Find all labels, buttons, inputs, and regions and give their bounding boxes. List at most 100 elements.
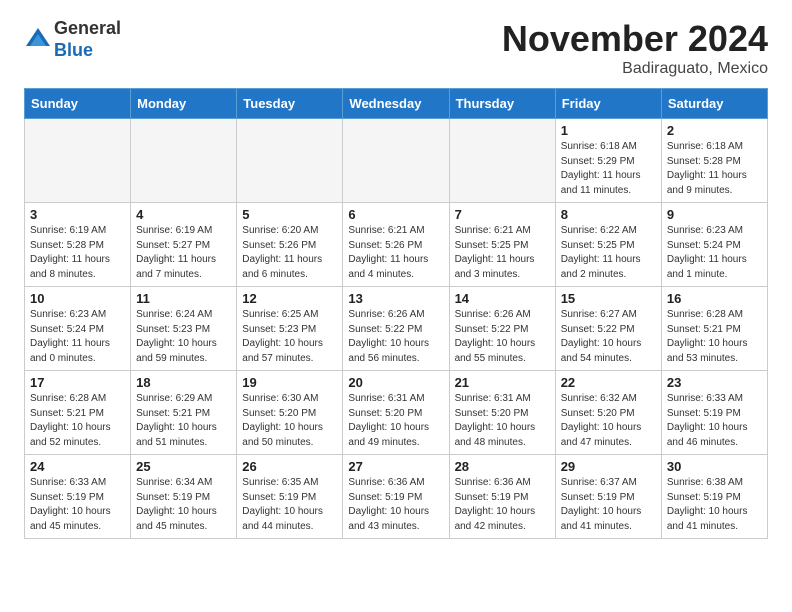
calendar-body: 1 Sunrise: 6:18 AM Sunset: 5:29 PM Daylig… (25, 119, 768, 539)
day-number: 1 (561, 123, 656, 138)
day-number: 21 (455, 375, 550, 390)
calendar-cell (343, 119, 449, 203)
day-info: Sunrise: 6:19 AM Sunset: 5:27 PM Dayligh… (136, 224, 231, 282)
weekday-friday: Friday (555, 89, 661, 119)
day-info: Sunrise: 6:23 AM Sunset: 5:24 PM Dayligh… (30, 308, 125, 366)
calendar-header: Sunday Monday Tuesday Wednesday Thursday… (25, 89, 768, 119)
day-number: 5 (242, 207, 337, 222)
weekday-thursday: Thursday (449, 89, 555, 119)
day-info: Sunrise: 6:31 AM Sunset: 5:20 PM Dayligh… (455, 392, 550, 450)
title-block: November 2024 Badiraguato, Mexico (502, 18, 768, 78)
month-title: November 2024 (502, 18, 768, 60)
day-info: Sunrise: 6:35 AM Sunset: 5:19 PM Dayligh… (242, 476, 337, 534)
calendar-cell: 23Sunrise: 6:33 AM Sunset: 5:19 PM Dayli… (661, 371, 767, 455)
day-info: Sunrise: 6:37 AM Sunset: 5:19 PM Dayligh… (561, 476, 656, 534)
calendar-table: Sunday Monday Tuesday Wednesday Thursday… (24, 88, 768, 539)
day-number: 3 (30, 207, 125, 222)
day-number: 4 (136, 207, 231, 222)
calendar-cell: 10Sunrise: 6:23 AM Sunset: 5:24 PM Dayli… (25, 287, 131, 371)
calendar-cell: 19 Sunrise: 6:30 AM Sunset: 5:20 PM Dayli… (237, 371, 343, 455)
calendar-cell: 7Sunrise: 6:21 AM Sunset: 5:25 PM Daylig… (449, 203, 555, 287)
day-number: 8 (561, 207, 656, 222)
calendar-cell: 11Sunrise: 6:24 AM Sunset: 5:23 PM Dayli… (131, 287, 237, 371)
calendar-cell: 26 Sunrise: 6:35 AM Sunset: 5:19 PM Dayli… (237, 455, 343, 539)
day-number: 27 (348, 459, 443, 474)
day-info: Sunrise: 6:19 AM Sunset: 5:28 PM Dayligh… (30, 224, 125, 282)
day-info: Sunrise: 6:32 AM Sunset: 5:20 PM Dayligh… (561, 392, 656, 450)
day-info: Sunrise: 6:18 AM Sunset: 5:29 PM Dayligh… (561, 140, 656, 198)
day-number: 24 (30, 459, 125, 474)
calendar-cell: 8 Sunrise: 6:22 AM Sunset: 5:25 PM Daylig… (555, 203, 661, 287)
day-info: Sunrise: 6:31 AM Sunset: 5:20 PM Dayligh… (348, 392, 443, 450)
day-number: 25 (136, 459, 231, 474)
weekday-saturday: Saturday (661, 89, 767, 119)
day-info: Sunrise: 6:36 AM Sunset: 5:19 PM Dayligh… (455, 476, 550, 534)
day-number: 7 (455, 207, 550, 222)
calendar-cell: 2Sunrise: 6:18 AM Sunset: 5:28 PM Daylig… (661, 119, 767, 203)
location: Badiraguato, Mexico (502, 60, 768, 78)
day-number: 28 (455, 459, 550, 474)
calendar-cell (237, 119, 343, 203)
logo: General Blue (24, 18, 121, 61)
calendar-cell: 17 Sunrise: 6:28 AM Sunset: 5:21 PM Dayli… (25, 371, 131, 455)
calendar-cell: 15 Sunrise: 6:27 AM Sunset: 5:22 PM Dayli… (555, 287, 661, 371)
calendar-cell: 16 Sunrise: 6:28 AM Sunset: 5:21 PM Dayli… (661, 287, 767, 371)
day-number: 29 (561, 459, 656, 474)
calendar-cell: 18 Sunrise: 6:29 AM Sunset: 5:21 PM Dayli… (131, 371, 237, 455)
day-number: 19 (242, 375, 337, 390)
calendar-cell: 24 Sunrise: 6:33 AM Sunset: 5:19 PM Dayli… (25, 455, 131, 539)
day-info: Sunrise: 6:33 AM Sunset: 5:19 PM Dayligh… (667, 392, 762, 450)
calendar-cell (449, 119, 555, 203)
logo-icon (24, 26, 52, 54)
day-info: Sunrise: 6:36 AM Sunset: 5:19 PM Dayligh… (348, 476, 443, 534)
day-info: Sunrise: 6:26 AM Sunset: 5:22 PM Dayligh… (455, 308, 550, 366)
day-info: Sunrise: 6:28 AM Sunset: 5:21 PM Dayligh… (30, 392, 125, 450)
day-number: 30 (667, 459, 762, 474)
weekday-sunday: Sunday (25, 89, 131, 119)
calendar-cell: 13 Sunrise: 6:26 AM Sunset: 5:22 PM Dayli… (343, 287, 449, 371)
day-info: Sunrise: 6:29 AM Sunset: 5:21 PM Dayligh… (136, 392, 231, 450)
day-info: Sunrise: 6:26 AM Sunset: 5:22 PM Dayligh… (348, 308, 443, 366)
day-number: 9 (667, 207, 762, 222)
day-number: 12 (242, 291, 337, 306)
day-info: Sunrise: 6:34 AM Sunset: 5:19 PM Dayligh… (136, 476, 231, 534)
calendar-cell: 22Sunrise: 6:32 AM Sunset: 5:20 PM Dayli… (555, 371, 661, 455)
calendar-cell: 25 Sunrise: 6:34 AM Sunset: 5:19 PM Dayli… (131, 455, 237, 539)
logo-general-text: General (54, 18, 121, 38)
calendar-cell: 29 Sunrise: 6:37 AM Sunset: 5:19 PM Dayli… (555, 455, 661, 539)
calendar-cell: 30 Sunrise: 6:38 AM Sunset: 5:19 PM Dayli… (661, 455, 767, 539)
day-info: Sunrise: 6:27 AM Sunset: 5:22 PM Dayligh… (561, 308, 656, 366)
calendar-cell: 28 Sunrise: 6:36 AM Sunset: 5:19 PM Dayli… (449, 455, 555, 539)
day-info: Sunrise: 6:20 AM Sunset: 5:26 PM Dayligh… (242, 224, 337, 282)
day-info: Sunrise: 6:23 AM Sunset: 5:24 PM Dayligh… (667, 224, 762, 282)
day-number: 17 (30, 375, 125, 390)
weekday-tuesday: Tuesday (237, 89, 343, 119)
day-info: Sunrise: 6:22 AM Sunset: 5:25 PM Dayligh… (561, 224, 656, 282)
calendar-cell: 4 Sunrise: 6:19 AM Sunset: 5:27 PM Daylig… (131, 203, 237, 287)
day-number: 11 (136, 291, 231, 306)
page-header: General Blue November 2024 Badiraguato, … (0, 0, 792, 88)
day-info: Sunrise: 6:30 AM Sunset: 5:20 PM Dayligh… (242, 392, 337, 450)
calendar-cell: 14 Sunrise: 6:26 AM Sunset: 5:22 PM Dayli… (449, 287, 555, 371)
calendar-cell: 9 Sunrise: 6:23 AM Sunset: 5:24 PM Daylig… (661, 203, 767, 287)
day-number: 13 (348, 291, 443, 306)
calendar-cell: 12Sunrise: 6:25 AM Sunset: 5:23 PM Dayli… (237, 287, 343, 371)
calendar-cell: 27 Sunrise: 6:36 AM Sunset: 5:19 PM Dayli… (343, 455, 449, 539)
day-info: Sunrise: 6:38 AM Sunset: 5:19 PM Dayligh… (667, 476, 762, 534)
day-number: 14 (455, 291, 550, 306)
day-number: 2 (667, 123, 762, 138)
day-number: 6 (348, 207, 443, 222)
calendar-cell (25, 119, 131, 203)
day-number: 26 (242, 459, 337, 474)
calendar-wrapper: Sunday Monday Tuesday Wednesday Thursday… (0, 88, 792, 551)
day-number: 15 (561, 291, 656, 306)
day-info: Sunrise: 6:28 AM Sunset: 5:21 PM Dayligh… (667, 308, 762, 366)
day-info: Sunrise: 6:33 AM Sunset: 5:19 PM Dayligh… (30, 476, 125, 534)
day-info: Sunrise: 6:21 AM Sunset: 5:26 PM Dayligh… (348, 224, 443, 282)
day-number: 18 (136, 375, 231, 390)
calendar-cell: 6 Sunrise: 6:21 AM Sunset: 5:26 PM Daylig… (343, 203, 449, 287)
calendar-cell: 3 Sunrise: 6:19 AM Sunset: 5:28 PM Daylig… (25, 203, 131, 287)
day-number: 16 (667, 291, 762, 306)
calendar-cell (131, 119, 237, 203)
weekday-monday: Monday (131, 89, 237, 119)
